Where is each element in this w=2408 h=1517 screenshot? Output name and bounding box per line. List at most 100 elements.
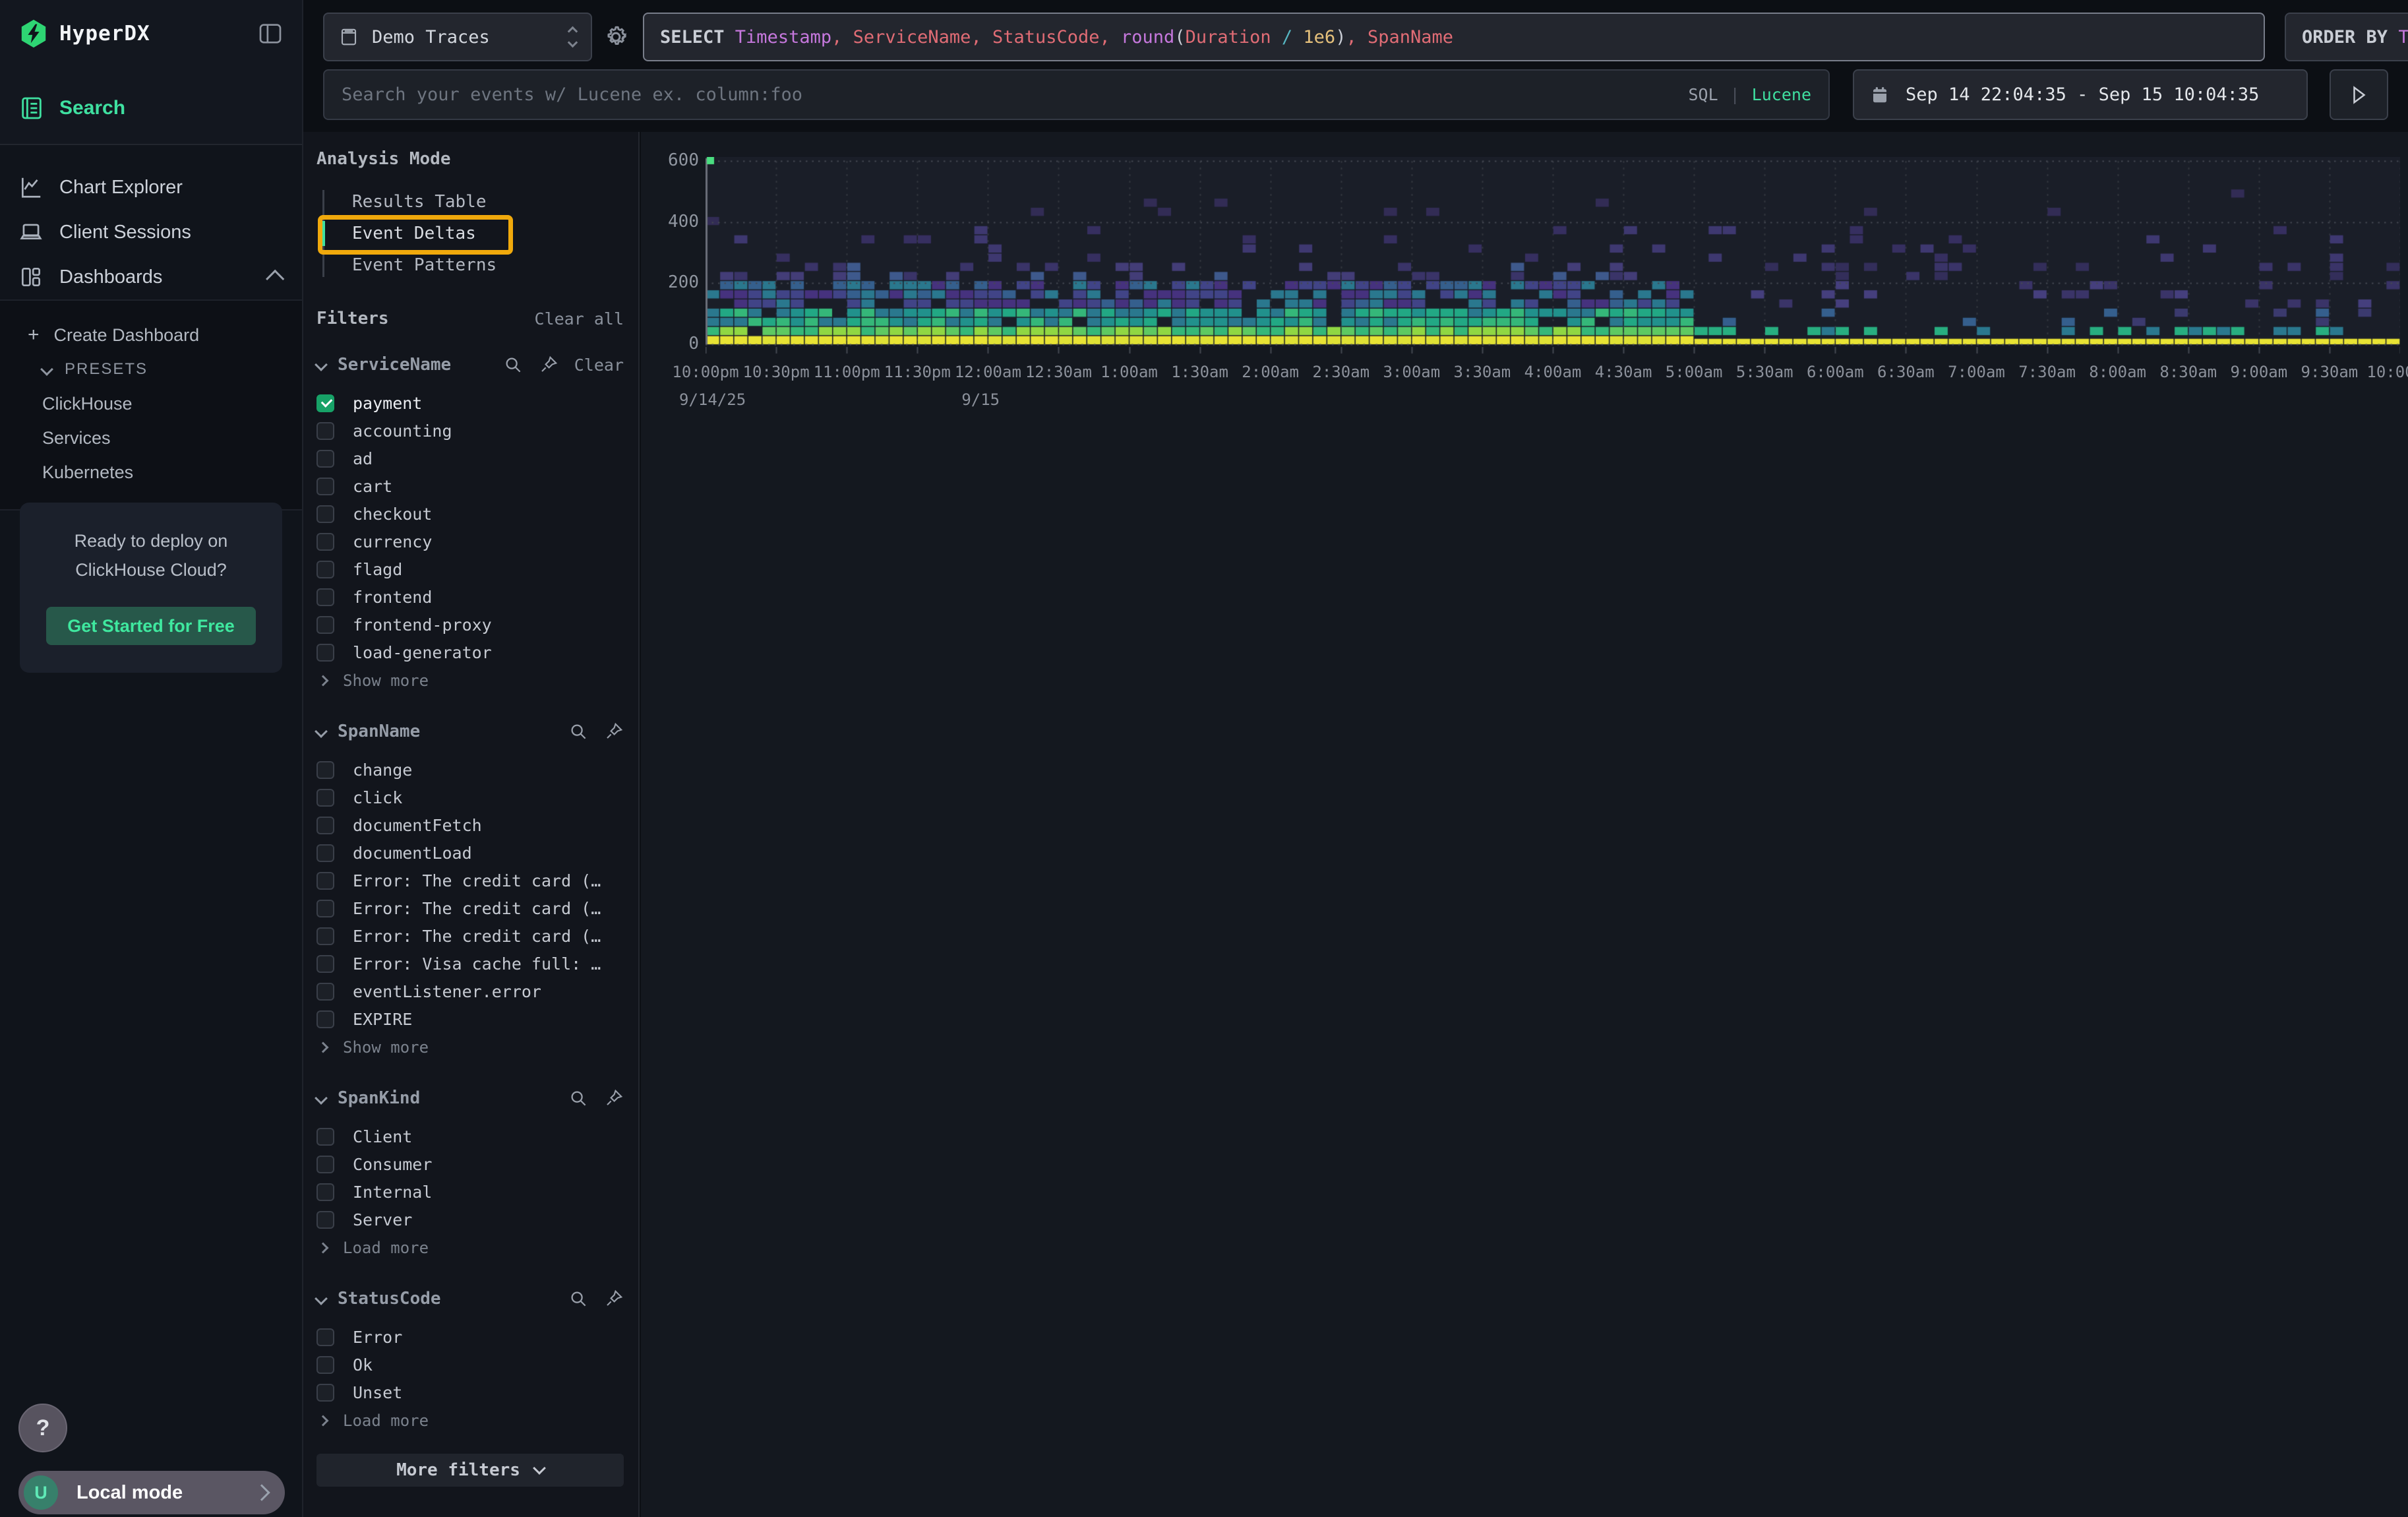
show-more-button[interactable]: Show more (316, 666, 624, 695)
preset-link-kubernetes[interactable]: Kubernetes (0, 455, 302, 489)
analysis-mode-event-deltas[interactable]: Event Deltas (316, 218, 624, 249)
sql-mode-toggle[interactable]: SQL (1688, 85, 1718, 104)
analysis-mode-results-table[interactable]: Results Table (316, 186, 624, 218)
analysis-mode-event-patterns[interactable]: Event Patterns (316, 249, 624, 281)
local-mode-button[interactable]: U Local mode (18, 1471, 285, 1514)
help-button[interactable]: ? (18, 1404, 67, 1452)
chevron-down-icon[interactable] (315, 1092, 328, 1105)
run-query-button[interactable] (2330, 69, 2388, 120)
more-filters-button[interactable]: More filters (316, 1454, 624, 1487)
checkbox[interactable] (316, 789, 334, 807)
show-more-button[interactable]: Load more (316, 1406, 624, 1435)
presets-toggle[interactable]: PRESETS (0, 352, 302, 387)
filter-option[interactable]: Error: The credit card (… (316, 922, 624, 950)
checkbox[interactable] (316, 844, 334, 862)
checkbox[interactable] (316, 644, 334, 662)
checkbox[interactable] (316, 1384, 334, 1402)
sidebar-item-search[interactable]: Search (18, 95, 284, 121)
collapse-sidebar-icon[interactable] (257, 20, 284, 47)
filter-option[interactable]: cart (316, 472, 624, 500)
filter-option[interactable]: checkout (316, 500, 624, 528)
checkbox[interactable] (316, 900, 334, 917)
clear-group-button[interactable]: Clear (574, 356, 624, 375)
sidebar-item-client-sessions[interactable]: Client Sessions (18, 210, 284, 255)
show-more-button[interactable]: Show more (316, 1033, 624, 1062)
checkbox[interactable] (316, 588, 334, 606)
checkbox[interactable] (316, 955, 334, 973)
pin-icon[interactable] (604, 722, 624, 741)
checkbox[interactable] (316, 1356, 334, 1374)
sql-query-input[interactable]: SELECT Timestamp, ServiceName, StatusCod… (643, 13, 2265, 61)
gear-icon[interactable] (601, 22, 630, 51)
filter-option[interactable]: eventListener.error (316, 977, 624, 1005)
checkbox[interactable] (316, 561, 334, 578)
checkbox[interactable] (316, 478, 334, 495)
checkbox[interactable] (316, 1010, 334, 1028)
sidebar-item-dashboards[interactable]: Dashboards (18, 255, 284, 299)
search-icon[interactable] (568, 1289, 588, 1309)
filter-option[interactable]: load-generator (316, 638, 624, 666)
filter-option[interactable]: Error: The credit card (… (316, 867, 624, 894)
lucene-search-input[interactable]: Search your events w/ Lucene ex. column:… (323, 69, 1830, 120)
lucene-mode-toggle[interactable]: Lucene (1752, 85, 1811, 104)
checkbox[interactable] (316, 817, 334, 834)
filter-option[interactable]: payment (316, 389, 624, 417)
filter-option[interactable]: change (316, 756, 624, 784)
search-icon[interactable] (568, 1088, 588, 1108)
checkbox[interactable] (316, 872, 334, 890)
filter-option[interactable]: documentFetch (316, 811, 624, 839)
get-started-button[interactable]: Get Started for Free (46, 607, 256, 645)
checkbox[interactable] (316, 533, 334, 551)
checkbox[interactable] (316, 505, 334, 523)
show-more-button[interactable]: Load more (316, 1233, 624, 1262)
chevron-down-icon[interactable] (315, 1292, 328, 1305)
create-dashboard-button[interactable]: + Create Dashboard (0, 318, 302, 352)
chevron-down-icon[interactable] (315, 725, 328, 738)
checkbox[interactable] (316, 394, 334, 412)
source-select[interactable]: Demo Traces (323, 13, 592, 61)
pin-icon[interactable] (539, 355, 558, 375)
event-deltas-chart[interactable]: 600400200010:00pm10:30pm11:00pm11:30pm12… (641, 132, 2408, 435)
chevron-down-icon[interactable] (315, 358, 328, 371)
filter-option[interactable]: Consumer (316, 1150, 624, 1178)
order-by-input[interactable]: ORDER BY Timestamp DESC (2285, 13, 2408, 61)
filter-option[interactable]: Client (316, 1123, 624, 1150)
checkbox[interactable] (316, 1211, 334, 1229)
preset-link-services[interactable]: Services (0, 421, 302, 455)
filter-option[interactable]: frontend-proxy (316, 611, 624, 638)
filter-option[interactable]: EXPIRE (316, 1005, 624, 1033)
filter-option[interactable]: Error: Visa cache full: … (316, 950, 624, 977)
filter-option[interactable]: accounting (316, 417, 624, 445)
preset-link-clickhouse[interactable]: ClickHouse (0, 387, 302, 421)
date-range-picker[interactable]: Sep 14 22:04:35 - Sep 15 10:04:35 (1853, 69, 2308, 120)
sidebar-item-chart-explorer[interactable]: Chart Explorer (18, 165, 284, 210)
checkbox[interactable] (316, 927, 334, 945)
checkbox[interactable] (316, 983, 334, 1001)
checkbox[interactable] (316, 761, 334, 779)
checkbox[interactable] (316, 422, 334, 440)
filter-option[interactable]: frontend (316, 583, 624, 611)
checkbox[interactable] (316, 1156, 334, 1173)
checkbox[interactable] (316, 1128, 334, 1146)
pin-icon[interactable] (604, 1088, 624, 1108)
filter-option[interactable]: Unset (316, 1378, 624, 1406)
filter-option[interactable]: flagd (316, 555, 624, 583)
filter-option[interactable]: Ok (316, 1351, 624, 1378)
checkbox[interactable] (316, 450, 334, 468)
clear-all-button[interactable]: Clear all (535, 309, 624, 328)
checkbox[interactable] (316, 616, 334, 634)
filter-option[interactable]: click (316, 784, 624, 811)
search-icon[interactable] (503, 355, 523, 375)
filter-option[interactable]: Error (316, 1323, 624, 1351)
filter-option[interactable]: documentLoad (316, 839, 624, 867)
pin-icon[interactable] (604, 1289, 624, 1309)
filter-option[interactable]: Internal (316, 1178, 624, 1206)
filter-option[interactable]: Error: The credit card (… (316, 894, 624, 922)
filter-option[interactable]: currency (316, 528, 624, 555)
filter-option[interactable]: Server (316, 1206, 624, 1233)
search-icon[interactable] (568, 722, 588, 741)
checkbox[interactable] (316, 1328, 334, 1346)
filter-option[interactable]: ad (316, 445, 624, 472)
checkbox[interactable] (316, 1183, 334, 1201)
heatmap-canvas[interactable] (706, 157, 2400, 355)
